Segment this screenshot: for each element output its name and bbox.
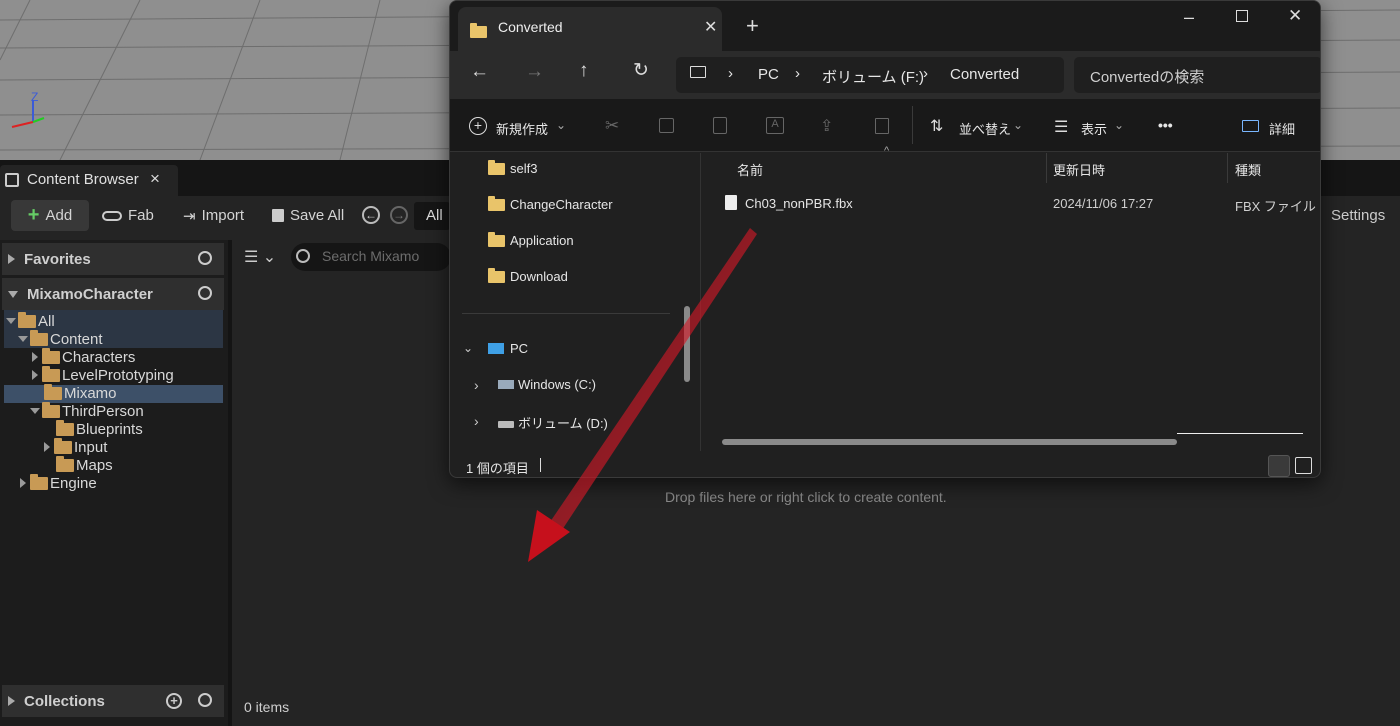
drag-arrow bbox=[528, 228, 757, 562]
arrow-shaft bbox=[550, 228, 757, 530]
